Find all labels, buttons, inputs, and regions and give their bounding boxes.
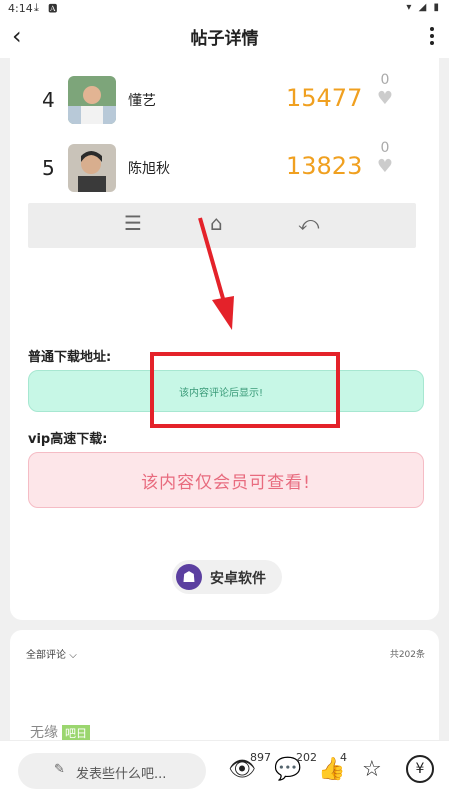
comments-button[interactable]: 💬 202: [274, 751, 317, 785]
vip-download-text: 该内容仅会员可查看!: [141, 473, 311, 493]
ranking-row: 5 陈旭秋 13823 0 ♥: [10, 138, 439, 198]
status-time: 4:14: [8, 2, 33, 15]
favorite-button[interactable]: ☆: [362, 755, 382, 785]
category-tag-label: 安卓软件: [210, 571, 266, 587]
status-bar: 4:14 ⤓ 🅰 ▾ ◢ ▮: [0, 0, 449, 18]
comment-item: 无缘 吧日: [30, 722, 90, 742]
comment-filter-label: 全部评论: [26, 650, 66, 661]
views-button[interactable]: 👁 897: [228, 751, 271, 785]
rank-like[interactable]: 0 ♥: [374, 140, 396, 178]
avatar: [68, 144, 116, 192]
menu-icon: ☰: [124, 211, 142, 235]
rank-score: 13823: [286, 152, 363, 180]
likes-count: 4: [340, 751, 347, 764]
avatar: [68, 76, 116, 124]
return-icon: ⤺: [298, 211, 320, 235]
category-tag[interactable]: ☗ 安卓软件: [172, 560, 282, 594]
heart-icon[interactable]: ♥: [374, 88, 396, 110]
rank-score: 15477: [286, 84, 363, 112]
like-count: 0: [380, 72, 390, 88]
ranking-row: 4 懂艺 15477 0 ♥: [10, 70, 439, 130]
rank-like[interactable]: 0 ♥: [374, 72, 396, 110]
views-count: 897: [250, 751, 271, 764]
rank-user-name: 懂艺: [128, 93, 156, 109]
signal-battery-icons: ▾ ◢ ▮: [406, 2, 441, 13]
rank-user-name: 陈旭秋: [128, 161, 170, 177]
comment-input-placeholder: 发表些什么吧...: [76, 767, 167, 782]
page-title: 帖子详情: [190, 29, 259, 49]
yen-icon: ¥: [406, 755, 434, 783]
like-count: 0: [380, 140, 390, 156]
top-nav-bar: ‹ 帖子详情: [0, 18, 449, 58]
comments-section: 全部评论 ⌵ 共202条 无缘 吧日: [10, 630, 439, 750]
comment-filter-dropdown[interactable]: 全部评论 ⌵: [26, 646, 77, 661]
more-options-icon[interactable]: [429, 24, 435, 48]
normal-download-label: 普通下载地址:: [28, 350, 112, 365]
user-badge: 吧日: [62, 725, 90, 741]
like-button[interactable]: 👍 4: [318, 751, 347, 785]
comments-count: 202: [296, 751, 317, 764]
pen-icon: ✎: [54, 762, 65, 777]
notification-icons: ⤓ 🅰: [34, 1, 61, 14]
star-icon: ☆: [362, 757, 382, 782]
vip-download-label: vip高速下载:: [28, 432, 108, 447]
android-icon: ☗: [176, 564, 202, 590]
rank-number: 5: [42, 156, 55, 180]
comment-input[interactable]: ✎ 发表些什么吧...: [18, 753, 206, 789]
heart-icon[interactable]: ♥: [374, 156, 396, 178]
rank-number: 4: [42, 88, 55, 112]
bottom-action-bar: ✎ 发表些什么吧... 👁 897 💬 202 👍 4 ☆ ¥: [0, 740, 449, 801]
comment-total: 共202条: [389, 650, 425, 660]
chevron-down-icon: ⌵: [69, 650, 77, 661]
post-content-card: 4 懂艺 15477 0 ♥ 5 陈旭秋 13823 0 ♥ ☰ ⌂ ⤺ 普通下…: [10, 58, 439, 620]
vip-download-box[interactable]: 该内容仅会员可查看!: [28, 452, 424, 508]
comment-user-name: 无缘: [30, 725, 58, 741]
highlight-box: [150, 352, 340, 428]
reward-button[interactable]: ¥: [406, 755, 434, 785]
home-icon: ⌂: [210, 211, 223, 235]
system-nav-bar-image: ☰ ⌂ ⤺: [28, 203, 416, 248]
